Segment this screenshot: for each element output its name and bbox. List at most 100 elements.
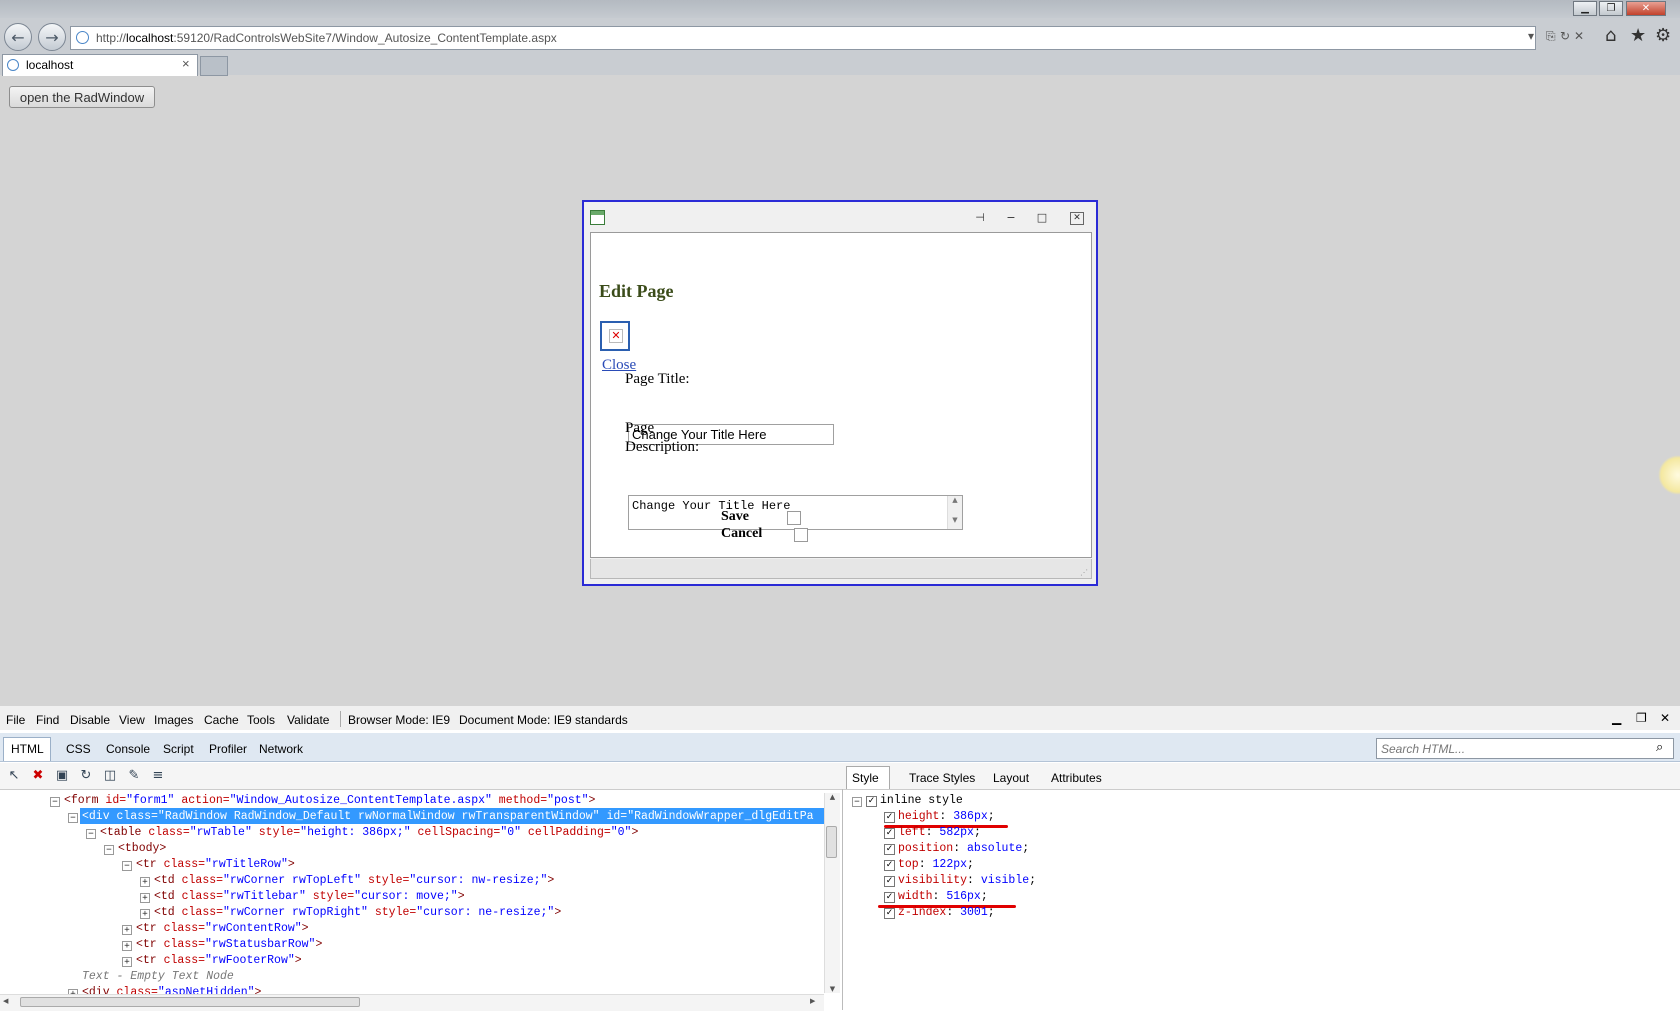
menu-disable[interactable]: Disable bbox=[70, 713, 110, 727]
minimize-window-button[interactable]: ▁ bbox=[1573, 1, 1597, 16]
address-url[interactable]: http://localhost:59120/RadControlsWebSit… bbox=[96, 31, 557, 45]
textarea-scrollbar[interactable]: ▲ ▼ bbox=[947, 496, 962, 529]
scroll-right-icon[interactable]: ▶ bbox=[810, 997, 815, 1005]
tree-expander-icon[interactable]: − bbox=[68, 813, 78, 823]
close-icon[interactable]: ✕ bbox=[1070, 212, 1084, 225]
dom-tree-node[interactable]: <form id="form1" action="Window_Autosize… bbox=[64, 794, 595, 807]
style-property-height[interactable]: height: 386px; bbox=[898, 810, 995, 823]
tree-expander-icon[interactable]: + bbox=[122, 957, 132, 967]
star-icon[interactable]: ★ bbox=[1630, 25, 1646, 46]
menu-images[interactable]: Images bbox=[154, 713, 193, 727]
style-property-checkbox[interactable]: ✓ bbox=[884, 908, 895, 919]
scroll-down-icon[interactable]: ▼ bbox=[825, 985, 840, 993]
devtools-close-icon[interactable]: ✕ bbox=[1660, 711, 1670, 725]
dom-tree-node[interactable]: <table class="rwTable" style="height: 38… bbox=[100, 826, 638, 839]
tree-expander-icon[interactable]: + bbox=[140, 893, 150, 903]
hscroll-thumb[interactable] bbox=[20, 997, 360, 1007]
style-property-visibility[interactable]: visibility: visible; bbox=[898, 874, 1036, 887]
refresh-dom-icon[interactable]: ↻ bbox=[78, 768, 94, 784]
edit-icon[interactable]: ✎ bbox=[126, 768, 142, 784]
save-checkbox[interactable] bbox=[787, 511, 801, 525]
style-property-left[interactable]: left: 582px; bbox=[898, 826, 981, 839]
close-window-button[interactable]: ✕ bbox=[1626, 1, 1666, 16]
new-tab-button[interactable] bbox=[200, 56, 228, 76]
back-button[interactable]: ← bbox=[4, 23, 32, 51]
tree-expander-icon[interactable]: − bbox=[50, 797, 60, 807]
menu-tools[interactable]: Tools bbox=[247, 713, 275, 727]
word-wrap-icon[interactable]: ≡ bbox=[150, 768, 166, 784]
dom-tree-node[interactable]: <tr class="rwTitleRow"> bbox=[136, 858, 295, 871]
cancel-checkbox[interactable] bbox=[794, 528, 808, 542]
menu-cache[interactable]: Cache bbox=[204, 713, 239, 727]
style-property-checkbox[interactable]: ✓ bbox=[884, 812, 895, 823]
tab-script[interactable]: Script bbox=[163, 742, 194, 756]
dropdown-icon[interactable]: ▾ bbox=[1528, 29, 1534, 43]
tab-close-icon[interactable]: × bbox=[182, 56, 190, 71]
devtools-minimize-icon[interactable]: ▁ bbox=[1612, 711, 1621, 725]
inline-style-checkbox[interactable]: ✓ bbox=[866, 796, 877, 807]
tab-console[interactable]: Console bbox=[106, 742, 150, 756]
tree-expander-icon[interactable]: − bbox=[104, 845, 114, 855]
dom-tree-node[interactable]: <tr class="rwFooterRow"> bbox=[136, 954, 302, 967]
tab-html-label[interactable]: HTML bbox=[11, 742, 44, 756]
pin-icon[interactable]: ⊣ bbox=[972, 210, 988, 226]
dom-tree-node[interactable]: <tbody> bbox=[118, 842, 166, 855]
search-icon[interactable]: ⌕ bbox=[1656, 740, 1663, 755]
tab-css[interactable]: CSS bbox=[66, 742, 91, 756]
dom-tree-node[interactable]: <td class="rwTitlebar" style="cursor: mo… bbox=[154, 890, 465, 903]
tab-network[interactable]: Network bbox=[259, 742, 303, 756]
document-mode-menu[interactable]: Document Mode: IE9 standards bbox=[459, 713, 628, 727]
scroll-down-icon[interactable]: ▼ bbox=[948, 516, 962, 524]
refresh-icon[interactable]: ↻ bbox=[1560, 29, 1570, 43]
style-property-checkbox[interactable]: ✓ bbox=[884, 876, 895, 887]
style-expander-icon[interactable]: − bbox=[852, 797, 862, 807]
tab-profiler[interactable]: Profiler bbox=[209, 742, 247, 756]
style-property-checkbox[interactable]: ✓ bbox=[884, 892, 895, 903]
stop-icon[interactable]: ✕ bbox=[1574, 29, 1584, 43]
select-element-icon[interactable]: ↖ bbox=[6, 768, 22, 784]
tree-expander-icon[interactable]: − bbox=[122, 861, 132, 871]
dom-tree-node[interactable]: Text - Empty Text Node bbox=[82, 970, 234, 983]
close-image-button[interactable]: ✕ bbox=[600, 321, 630, 351]
tab-style-label[interactable]: Style bbox=[852, 771, 879, 785]
dom-tree-node[interactable]: <tr class="rwContentRow"> bbox=[136, 922, 309, 935]
open-radwindow-button[interactable]: open the RadWindow bbox=[9, 86, 155, 108]
dom-tree-node[interactable]: <div class="RadWindow RadWindow_Default … bbox=[82, 810, 822, 823]
scroll-left-icon[interactable]: ◀ bbox=[3, 997, 8, 1005]
style-property-top[interactable]: top: 122px; bbox=[898, 858, 974, 871]
save-icon[interactable]: ▣ bbox=[54, 768, 70, 784]
menu-view[interactable]: View bbox=[119, 713, 145, 727]
style-property-z-index[interactable]: z-index: 3001; bbox=[898, 906, 995, 919]
minimize-icon[interactable]: − bbox=[1003, 210, 1019, 226]
gear-icon[interactable]: ⚙ bbox=[1655, 25, 1671, 46]
tab-attributes[interactable]: Attributes bbox=[1051, 771, 1102, 785]
dom-tree-vscrollbar[interactable]: ▲ ▼ bbox=[824, 793, 840, 993]
style-property-position[interactable]: position: absolute; bbox=[898, 842, 1029, 855]
tree-expander-icon[interactable]: − bbox=[86, 829, 96, 839]
dom-tree-node[interactable]: <td class="rwCorner rwTopRight" style="c… bbox=[154, 906, 561, 919]
browser-mode-menu[interactable]: Browser Mode: IE9 bbox=[348, 713, 450, 727]
scroll-up-icon[interactable]: ▲ bbox=[825, 793, 840, 801]
tree-expander-icon[interactable]: + bbox=[122, 925, 132, 935]
scroll-up-icon[interactable]: ▲ bbox=[948, 496, 962, 504]
menu-file[interactable]: File bbox=[6, 713, 25, 727]
devtools-undock-icon[interactable]: ❐ bbox=[1636, 711, 1647, 725]
resize-grip-icon[interactable]: ⋰ bbox=[1080, 568, 1088, 577]
menu-find[interactable]: Find bbox=[36, 713, 59, 727]
restore-window-button[interactable]: ❐ bbox=[1599, 1, 1623, 16]
style-property-width[interactable]: width: 516px; bbox=[898, 890, 988, 903]
maximize-icon[interactable]: □ bbox=[1034, 210, 1050, 226]
style-property-checkbox[interactable]: ✓ bbox=[884, 844, 895, 855]
pane-splitter[interactable] bbox=[842, 789, 843, 1010]
style-property-checkbox[interactable]: ✓ bbox=[884, 828, 895, 839]
element-source-icon[interactable]: ◫ bbox=[102, 768, 118, 784]
home-icon[interactable]: ⌂ bbox=[1605, 25, 1616, 46]
tab-layout[interactable]: Layout bbox=[993, 771, 1029, 785]
compat-view-icon[interactable]: ⎘ bbox=[1546, 29, 1556, 44]
tree-expander-icon[interactable]: + bbox=[140, 909, 150, 919]
dom-tree-node[interactable]: <td class="rwCorner rwTopLeft" style="cu… bbox=[154, 874, 554, 887]
vscroll-thumb[interactable] bbox=[826, 826, 837, 858]
tree-expander-icon[interactable]: + bbox=[140, 877, 150, 887]
clear-icon[interactable]: ✖ bbox=[30, 768, 46, 784]
style-property-checkbox[interactable]: ✓ bbox=[884, 860, 895, 871]
